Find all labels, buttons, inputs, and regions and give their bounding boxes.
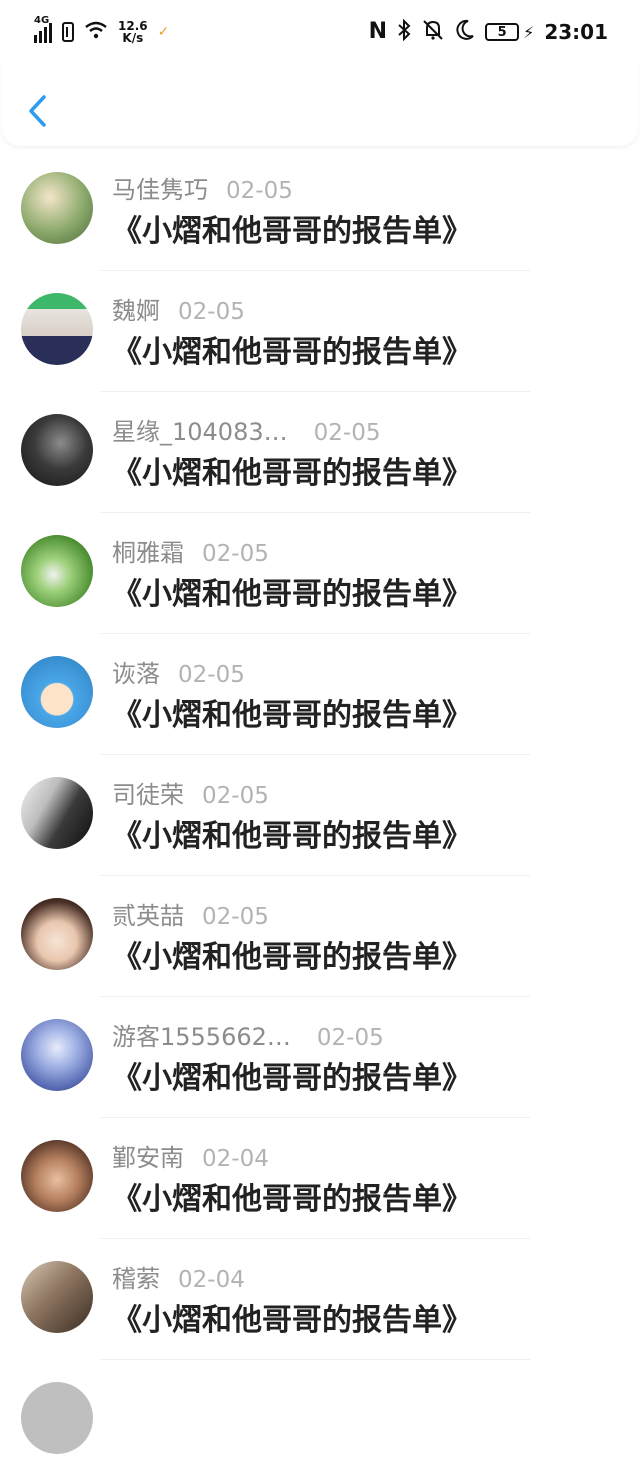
avatar[interactable]: [21, 656, 93, 728]
date: 02-05: [313, 420, 381, 446]
list-item[interactable]: 鄞安南 02-04 《小熠和他哥哥的报告单》: [0, 1118, 640, 1239]
list-item[interactable]: 司徒荣 02-05 《小熠和他哥哥的报告单》: [0, 755, 640, 876]
network-speed: 12.6 K/s: [118, 20, 148, 44]
user-name[interactable]: 司徒荣: [112, 775, 184, 810]
clock: 23:01: [544, 20, 608, 44]
date: 02-04: [202, 1146, 269, 1172]
mute-bell-icon: [421, 19, 445, 46]
date: 02-05: [226, 178, 293, 204]
moon-icon: [455, 19, 475, 46]
avatar[interactable]: [21, 414, 93, 486]
user-name[interactable]: 诙落: [112, 654, 160, 689]
list-item[interactable]: 贰英喆 02-05 《小熠和他哥哥的报告单》: [0, 876, 640, 997]
list-item[interactable]: 星缘_104083… 02-05 《小熠和他哥哥的报告单》: [0, 392, 640, 513]
battery-indicator: 5 ⚡: [485, 23, 534, 42]
list-item[interactable]: 游客1555662… 02-05 《小熠和他哥哥的报告单》: [0, 997, 640, 1118]
wifi-icon: [84, 21, 108, 44]
network-type: 4G: [34, 15, 50, 26]
back-arrow-icon[interactable]: [26, 94, 50, 128]
work-title[interactable]: 《小熠和他哥哥的报告单》: [112, 811, 472, 855]
list-item[interactable]: 桐雅霜 02-05 《小熠和他哥哥的报告单》: [0, 513, 640, 634]
list-item[interactable]: 稽萦 02-04 《小熠和他哥哥的报告单》: [0, 1239, 640, 1360]
speed-unit: K/s: [122, 31, 144, 45]
list-item[interactable]: 马佳隽巧 02-05 《小熠和他哥哥的报告单》: [0, 150, 640, 271]
date: 02-04: [178, 1267, 245, 1293]
avatar[interactable]: [21, 898, 93, 970]
avatar[interactable]: [21, 1019, 93, 1091]
work-title[interactable]: 《小熠和他哥哥的报告单》: [112, 690, 472, 734]
work-title[interactable]: 《小熠和他哥哥的报告单》: [112, 569, 472, 613]
status-bar: 4G 12.6 K/s ✓ N 5 ⚡ 23:01: [0, 0, 640, 64]
avatar[interactable]: [21, 1261, 93, 1333]
user-name[interactable]: 星缘_104083…: [112, 412, 288, 447]
bluetooth-icon: [397, 18, 411, 46]
user-name[interactable]: 贰英喆: [112, 896, 184, 931]
avatar[interactable]: [21, 535, 93, 607]
avatar[interactable]: [21, 293, 93, 365]
signal-icon: 4G: [34, 15, 52, 43]
top-nav-bar: [2, 64, 638, 146]
work-title[interactable]: 《小熠和他哥哥的报告单》: [112, 1295, 472, 1339]
work-title[interactable]: 《小熠和他哥哥的报告单》: [112, 206, 472, 250]
date: 02-05: [178, 662, 245, 688]
work-title[interactable]: 《小熠和他哥哥的报告单》: [112, 327, 472, 371]
battery-level: 5: [485, 23, 520, 41]
sim-icon: [62, 22, 74, 42]
date: 02-05: [202, 904, 269, 930]
avatar[interactable]: [21, 1140, 93, 1212]
avatar[interactable]: [21, 172, 93, 244]
list-item[interactable]: 魏婀 02-05 《小熠和他哥哥的报告单》: [0, 271, 640, 392]
avatar[interactable]: [21, 1382, 93, 1454]
check-icon: ✓: [157, 24, 170, 40]
work-title[interactable]: 《小熠和他哥哥的报告单》: [112, 1174, 472, 1218]
date: 02-05: [316, 1025, 384, 1051]
user-name[interactable]: 鄞安南: [112, 1138, 184, 1173]
comment-list: 马佳隽巧 02-05 《小熠和他哥哥的报告单》 魏婀 02-05 《小熠和他哥哥…: [0, 150, 640, 1481]
user-name[interactable]: 稽萦: [112, 1259, 160, 1294]
list-item[interactable]: 诙落 02-05 《小熠和他哥哥的报告单》: [0, 634, 640, 755]
user-name[interactable]: 马佳隽巧: [112, 170, 208, 205]
avatar[interactable]: [21, 777, 93, 849]
user-name[interactable]: 桐雅霜: [112, 533, 184, 568]
date: 02-05: [202, 783, 269, 809]
user-name[interactable]: 游客1555662…: [112, 1017, 291, 1052]
work-title[interactable]: 《小熠和他哥哥的报告单》: [112, 448, 472, 492]
date: 02-05: [178, 299, 245, 325]
nfc-icon: N: [368, 19, 388, 44]
date: 02-05: [202, 541, 269, 567]
charging-icon: ⚡: [523, 22, 535, 42]
user-name[interactable]: 魏婀: [112, 291, 160, 326]
list-item[interactable]: [0, 1360, 640, 1481]
work-title[interactable]: 《小熠和他哥哥的报告单》: [112, 1053, 472, 1097]
work-title[interactable]: 《小熠和他哥哥的报告单》: [112, 932, 472, 976]
